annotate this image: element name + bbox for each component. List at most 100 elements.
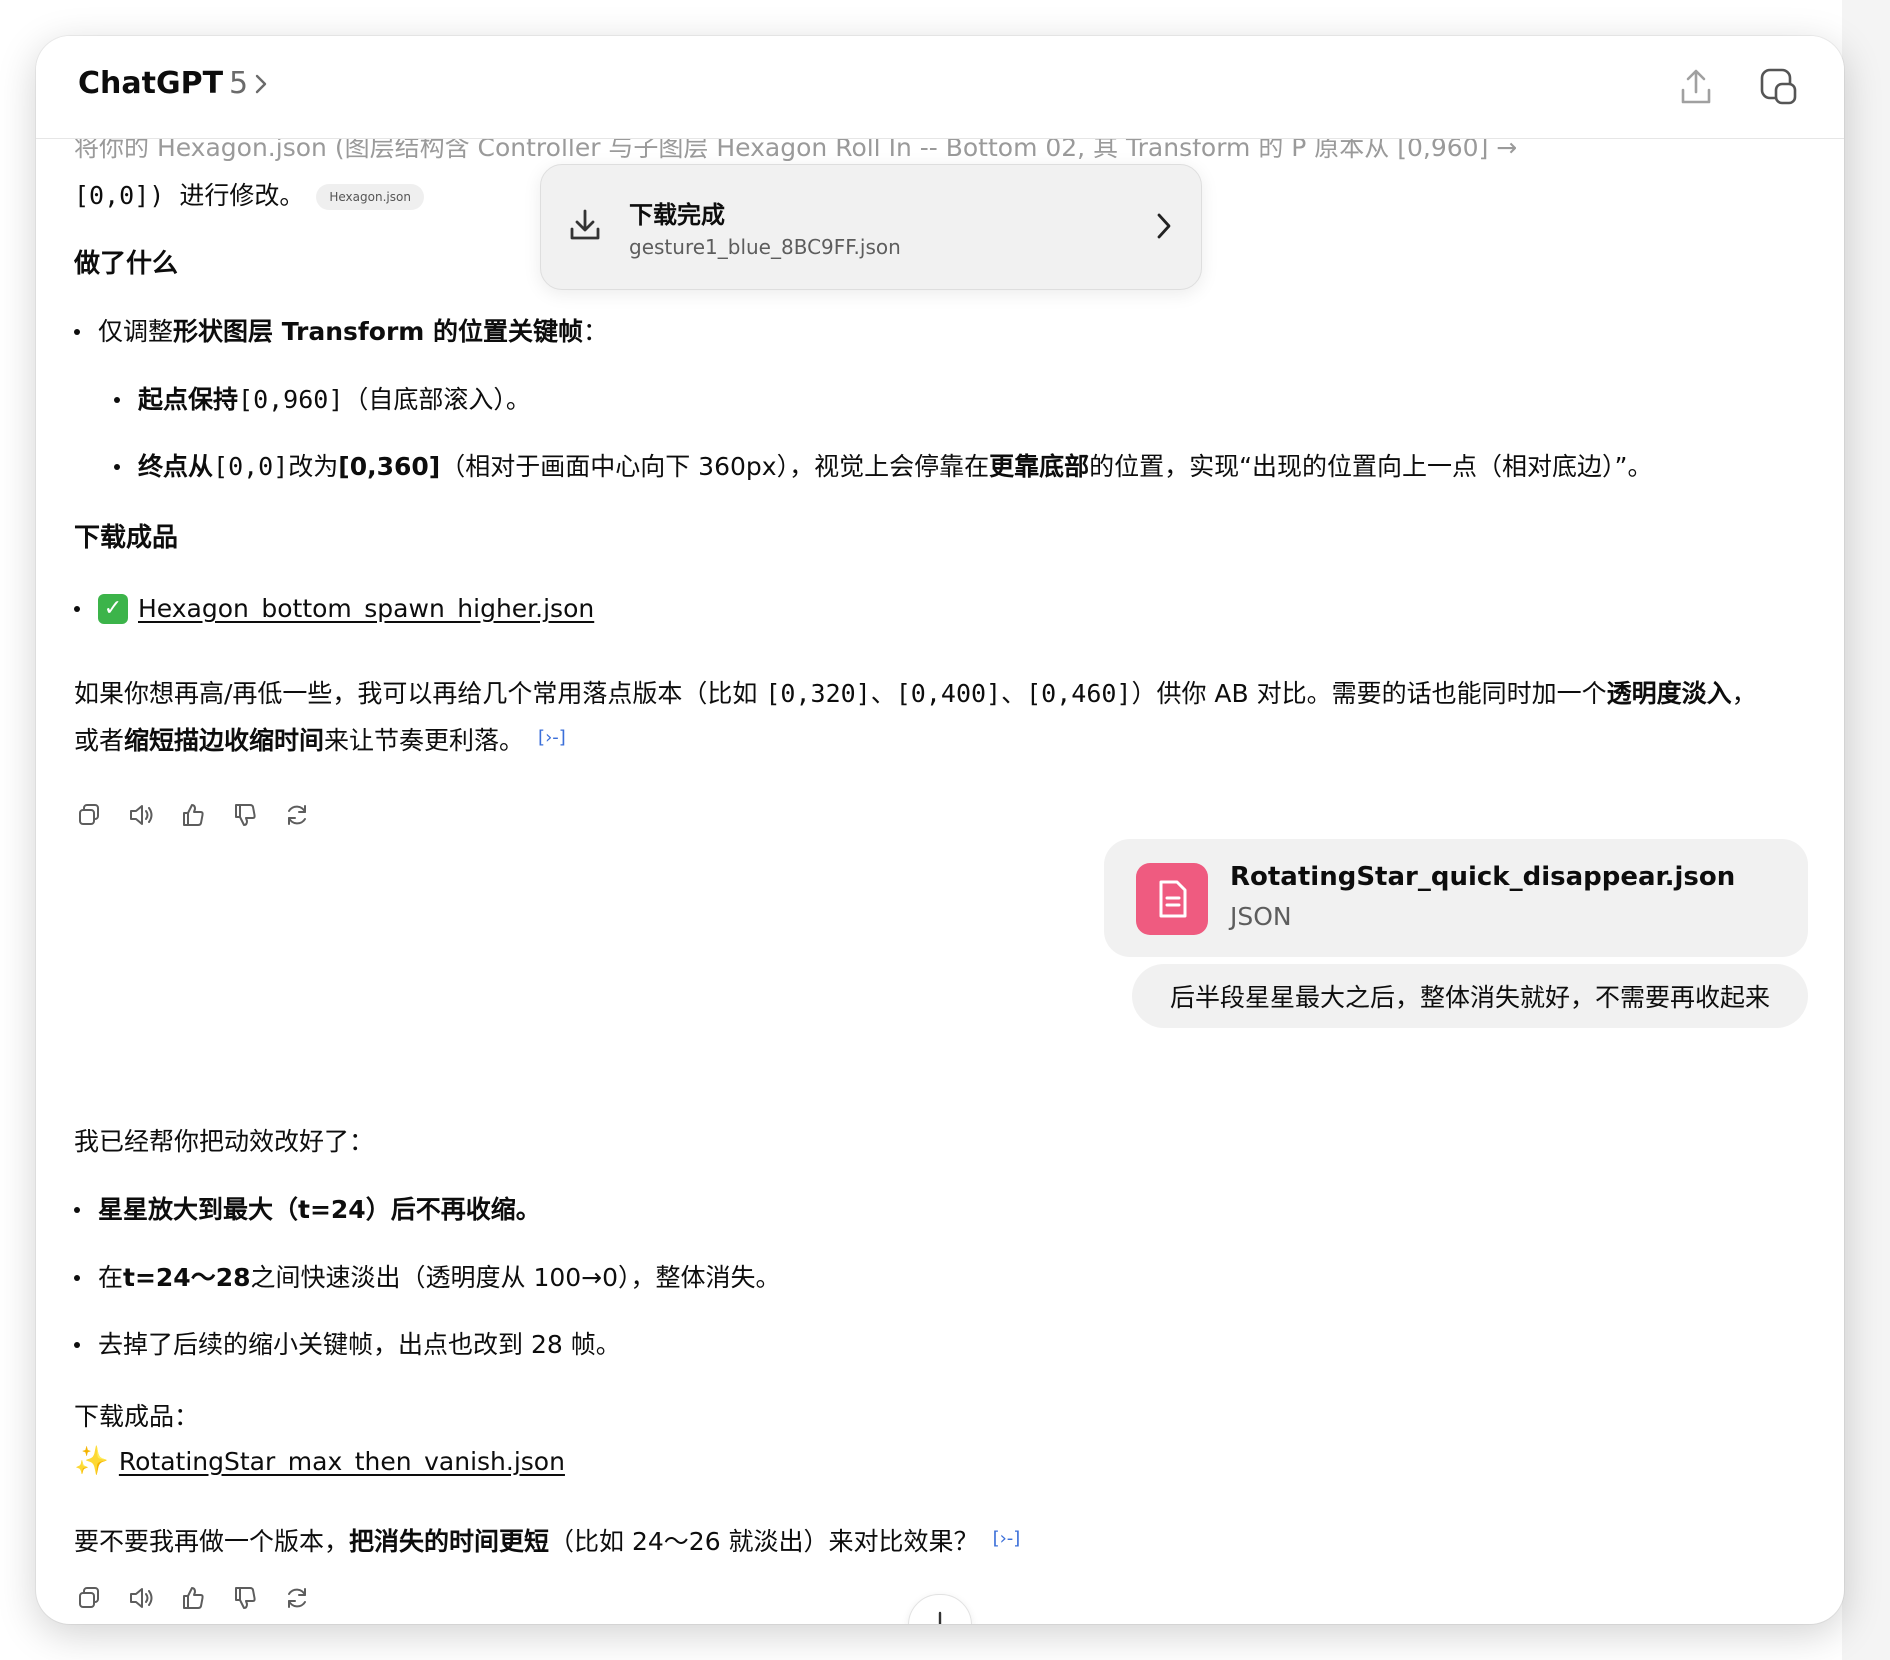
paragraph-line: 如果你想再高/再低一些，我可以再给几个常用落点版本（比如 [0,320]、[0,… — [74, 674, 1757, 714]
bullet-dot — [74, 1342, 80, 1348]
download-link[interactable]: Hexagon_bottom_spawn_higher.json — [138, 589, 594, 629]
list-item: 在 t=24～28 之间快速淡出（透明度从 100→0），整体消失。 — [74, 1258, 781, 1298]
scroll-to-bottom-button[interactable] — [908, 1594, 972, 1624]
attached-file-card[interactable]: RotatingStar_quick_disappear.json JSON — [1104, 839, 1808, 957]
download-complete-toast[interactable]: 下载完成 gesture1_blue_8BC9FF.json — [540, 164, 1202, 290]
download-icon — [570, 209, 600, 240]
read-aloud-button[interactable] — [124, 798, 158, 832]
paragraph-line: 或者缩短描边收缩时间来让节奏更利落。 [›-] — [74, 718, 566, 761]
top-bar: ChatGPT 5 — [36, 36, 1844, 139]
chat-window: ChatGPT 5 将你的 Hexagon.json (图层结构含 Contro… — [36, 36, 1844, 1624]
code-span: [0,320] — [765, 679, 871, 708]
share-button[interactable] — [1673, 64, 1719, 110]
text-span: （自底部滚入）。 — [343, 385, 531, 414]
text-span: （比如 24～26 就淡出）来对比效果？ — [549, 1527, 979, 1556]
new-chat-button[interactable] — [1756, 64, 1802, 110]
text-span: ）供你 AB 对比。需要的话也能同时加一个 — [1131, 679, 1607, 708]
list-item: 仅调整 形状图层 Transform 的位置关键帧： — [74, 312, 608, 352]
list-item: 星星放大到最大（t=24）后不再收缩。 — [74, 1190, 541, 1230]
document-icon — [1159, 880, 1187, 918]
arrow-down-icon — [938, 1611, 942, 1624]
thumbs-down-button[interactable] — [228, 1581, 262, 1615]
model-name: ChatGPT — [78, 66, 224, 101]
heading-download: 下载成品 — [74, 523, 179, 553]
bold-span: 形状图层 Transform 的位置关键帧 — [173, 317, 584, 346]
code-span: [0,400] — [895, 679, 1002, 708]
paragraph-line: 我已经帮你把动效改好了： — [74, 1127, 375, 1156]
paragraph-line: 下载成品： — [74, 1402, 200, 1431]
model-switcher[interactable]: ChatGPT 5 — [78, 66, 268, 101]
list-item: ✓ Hexagon_bottom_spawn_higher.json — [74, 589, 594, 629]
thumbs-up-icon — [183, 1587, 204, 1609]
bold-span: 更靠底部 — [989, 452, 1090, 481]
copy-icon — [79, 804, 99, 825]
text-span: 改为 — [288, 452, 339, 481]
thumbs-up-icon — [183, 804, 204, 826]
text-span: 在 — [98, 1263, 124, 1292]
user-message-bubble: 后半段星星最大之后，整体消失就好，不需要再收起来 — [1132, 964, 1808, 1028]
share-icon — [1681, 69, 1711, 104]
thumbs-down-icon — [235, 804, 256, 826]
bold-span: 星星放大到最大（t=24）后不再收缩。 — [98, 1195, 541, 1224]
text-span: 的位置，实现“出现的位置向上一点（相对底边）”。 — [1089, 452, 1653, 481]
code-span: [0,960] — [238, 385, 344, 414]
new-chat-icon — [1760, 68, 1797, 105]
text-span: 之间快速淡出（透明度从 100→0），整体消失。 — [250, 1263, 781, 1292]
chevron-right-icon — [255, 74, 267, 93]
paragraph-line: 要不要我再做一个版本，把消失的时间更短（比如 24～26 就淡出）来对比效果？ [… — [74, 1519, 1020, 1562]
text-span: 、 — [870, 679, 896, 708]
regenerate-button[interactable] — [280, 798, 314, 832]
code-interpreter-icon[interactable]: [›-] — [993, 1519, 1021, 1559]
copy-button[interactable] — [72, 798, 106, 832]
bold-span: 终点从 — [138, 452, 214, 481]
bold-span: [0,360] — [338, 452, 441, 481]
thumbs-up-button[interactable] — [176, 1581, 210, 1615]
text-span: [0,0]) 进行修改。 — [74, 181, 305, 210]
toast-filename: gesture1_blue_8BC9FF.json — [629, 235, 901, 259]
bullet-dot — [74, 1275, 80, 1281]
chevron-right-icon — [1157, 213, 1171, 239]
list-item: 去掉了后续的缩小关键帧，出点也改到 28 帧。 — [74, 1325, 621, 1365]
regenerate-icon — [288, 1588, 306, 1608]
file-chip[interactable]: Hexagon.json — [316, 184, 424, 210]
bullet-dot — [74, 329, 80, 335]
sub-list-item: 终点从 [0,0] 改为 [0,360] （相对于画面中心向下 360px），视觉… — [114, 447, 1653, 487]
read-aloud-button[interactable] — [124, 1581, 158, 1615]
code-span: [0,460] — [1026, 679, 1132, 708]
bold-span: 缩短描边收缩时间 — [124, 726, 325, 755]
read-aloud-icon — [130, 805, 153, 825]
text-span: 要不要我再做一个版本， — [74, 1527, 350, 1556]
file-type: JSON — [1230, 902, 1292, 931]
code-interpreter-icon[interactable]: [›-] — [538, 718, 566, 758]
thumbs-up-button[interactable] — [176, 798, 210, 832]
text-span: 如果你想再高/再低一些，我可以再给几个常用落点版本（比如 — [74, 679, 766, 708]
bold-span: t=24～28 — [123, 1263, 251, 1292]
text-span: 、 — [1001, 679, 1027, 708]
text-span: ， — [1731, 679, 1757, 708]
paragraph-line: [0,0]) 进行修改。 Hexagon.json — [74, 176, 424, 216]
file-name: RotatingStar_quick_disappear.json — [1230, 862, 1736, 892]
background-window-edge — [1842, 0, 1890, 1660]
text-span: 或者 — [74, 726, 125, 755]
text-span: 来让节奏更利落。 — [324, 726, 525, 755]
copy-button[interactable] — [72, 1581, 106, 1615]
bullet-dot — [74, 606, 80, 612]
heading-what-done: 做了什么 — [74, 249, 179, 279]
text-span: ： — [583, 317, 609, 346]
text-span: （相对于画面中心向下 360px），视觉上会停靠在 — [440, 452, 990, 481]
copy-icon — [79, 1587, 99, 1608]
bullet-dot — [74, 1207, 80, 1213]
download-link[interactable]: RotatingStar_max_then_vanish.json — [119, 1447, 565, 1476]
file-icon-tile — [1136, 863, 1208, 935]
message-actions — [72, 1581, 314, 1615]
message-actions — [72, 798, 314, 832]
sub-list-item: 起点保持 [0,960] （自底部滚入）。 — [114, 380, 531, 420]
thumbs-down-icon — [235, 1587, 256, 1609]
regenerate-button[interactable] — [280, 1581, 314, 1615]
thumbs-down-button[interactable] — [228, 798, 262, 832]
bullet-dot — [114, 397, 120, 403]
check-mark-icon: ✓ — [98, 594, 128, 624]
bold-span: 透明度淡入 — [1606, 679, 1732, 708]
toast-title: 下载完成 — [629, 201, 725, 229]
paragraph-line: ✨ RotatingStar_max_then_vanish.json — [74, 1441, 565, 1482]
